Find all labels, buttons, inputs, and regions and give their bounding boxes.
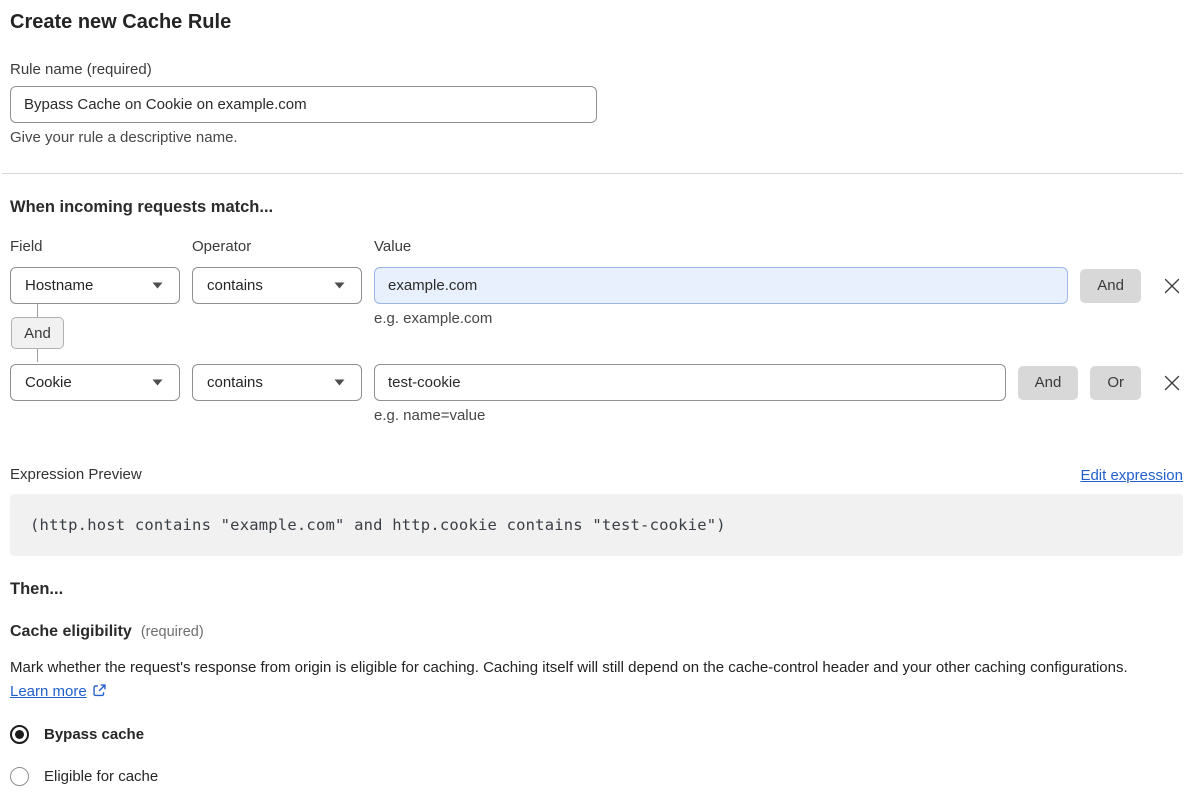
radio-option-eligible-for-cache[interactable]: Eligible for cache [10, 767, 1183, 786]
value-hint: e.g. example.com [374, 310, 493, 327]
learn-more-link[interactable]: Learn more [10, 683, 87, 700]
edit-expression-link[interactable]: Edit expression [1080, 467, 1183, 484]
add-and-condition-button[interactable]: And [1017, 366, 1079, 400]
value-cell: e.g. example.com [374, 267, 1069, 328]
value-column-label: Value [374, 238, 412, 255]
create-cache-rule-page: Create new Cache Rule Rule name (require… [0, 0, 1200, 793]
cache-eligibility-heading: Cache eligibility [10, 623, 132, 640]
rule-name-helper: Give your rule a descriptive name. [10, 129, 238, 146]
radio-button[interactable] [10, 725, 29, 744]
radio-label: Eligible for cache [44, 768, 159, 785]
value-input[interactable] [374, 364, 1006, 401]
matcher-row-1: Hostname contains e.g. example.com And [10, 267, 1183, 328]
page-title: Create new Cache Rule [10, 11, 232, 33]
match-section-heading: When incoming requests match... [10, 198, 274, 216]
expression-preview-label: Expression Preview [10, 466, 142, 483]
field-select[interactable]: Hostname [10, 267, 180, 304]
chevron-down-icon [152, 379, 163, 386]
field-select-value: Hostname [25, 277, 94, 294]
operator-cell: contains [192, 364, 362, 401]
and-connector-button[interactable]: And [11, 317, 64, 349]
chevron-down-icon [152, 282, 163, 289]
matcher-rows: Hostname contains e.g. example.com And A [10, 267, 1183, 425]
operator-column-label: Operator [192, 238, 252, 255]
required-note: (required) [140, 624, 204, 640]
chevron-down-icon [334, 282, 345, 289]
chevron-down-icon [334, 379, 345, 386]
field-cell: Cookie [10, 364, 180, 401]
field-column-label: Field [10, 238, 43, 255]
add-and-condition-button[interactable]: And [1080, 269, 1141, 303]
matcher-column-labels: Field Operator Value [10, 238, 1183, 255]
operator-select-value: contains [207, 277, 263, 294]
then-heading: Then... [10, 580, 64, 598]
remove-condition-button[interactable] [1161, 372, 1183, 394]
radio-button[interactable] [10, 767, 29, 786]
cache-eligibility-description: Mark whether the request's response from… [10, 656, 1170, 704]
field-select[interactable]: Cookie [10, 364, 180, 401]
add-or-condition-button[interactable]: Or [1090, 366, 1141, 400]
matcher-row-2: Cookie contains e.g. name=value And Or [10, 364, 1183, 425]
description-text: Mark whether the request's response from… [10, 659, 1128, 676]
close-icon [1164, 278, 1180, 294]
value-hint: e.g. name=value [374, 407, 486, 424]
operator-select[interactable]: contains [192, 267, 362, 304]
expression-preview-box: (http.host contains "example.com" and ht… [10, 494, 1183, 556]
operator-select[interactable]: contains [192, 364, 362, 401]
field-cell: Hostname [10, 267, 180, 304]
remove-condition-button[interactable] [1161, 275, 1183, 297]
cache-eligibility-heading-row: Cache eligibility (required) [10, 623, 1183, 641]
close-icon [1164, 375, 1180, 391]
rule-name-label: Rule name (required) [10, 61, 152, 78]
rule-name-input[interactable] [10, 86, 597, 123]
external-link-icon [93, 684, 106, 697]
value-input[interactable] [374, 267, 1069, 304]
radio-label: Bypass cache [44, 726, 145, 743]
operator-select-value: contains [207, 374, 263, 391]
radio-dot [15, 730, 24, 739]
radio-option-bypass-cache[interactable]: Bypass cache [10, 725, 1183, 744]
expression-code: (http.host contains "example.com" and ht… [30, 516, 726, 534]
section-divider [2, 173, 1183, 174]
field-select-value: Cookie [25, 374, 72, 391]
value-cell: e.g. name=value [374, 364, 1006, 425]
expression-preview-header: Expression Preview Edit expression [10, 466, 1183, 484]
operator-cell: contains [192, 267, 362, 304]
